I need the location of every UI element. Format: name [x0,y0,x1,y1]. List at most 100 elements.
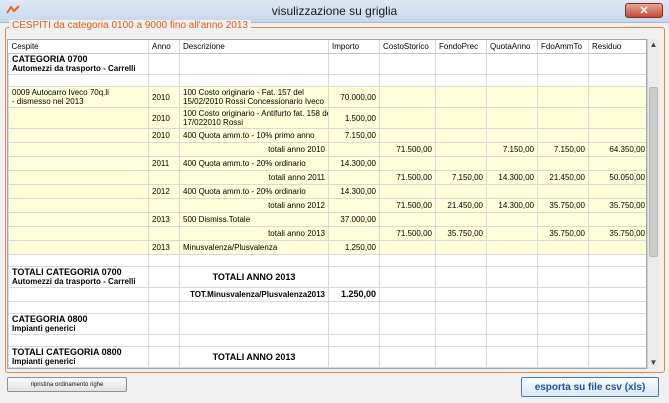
cell-residuo: 35.750,00 [588,226,646,241]
cell-residuo [588,212,646,227]
cell-quota [486,254,538,267]
cell-residuo [588,53,646,75]
cell-descrizione: 500 Dismiss.Totale [179,212,329,227]
cell-anno: 2013 [148,240,180,255]
table-row[interactable]: totali anno 2011 71.500,00 7.150,00 14.300,… [8,170,646,185]
column-header-7[interactable]: FdoAmmTo [537,40,589,54]
cell-fondo [435,346,487,368]
scroll-thumb[interactable] [649,87,658,257]
table-row[interactable]: 2011 400 Quota amm.to - 20% ordinario 14.3… [8,156,646,171]
cell-costo [379,313,436,335]
cell-subtext: 15/02/2010 Rossi Concessionario Iveco [183,97,324,106]
cell-residuo [588,313,646,335]
cell-text: 2010 [152,113,170,123]
cell-text: totali anno 2010 [268,145,325,154]
column-header-6[interactable]: QuotaAnno [486,40,538,54]
cell-fdo: 35.750,00 [537,226,589,241]
cell-quota: 14.300,00 [486,170,538,185]
table-row[interactable]: TOTALI CATEGORIA 0700 Automezzi da traspo… [8,266,646,288]
cell-residuo [588,266,646,288]
data-grid[interactable]: Cespite Anno Descrizione Importo CostoStoric… [7,39,647,369]
cell-fondo [435,53,487,75]
cell-fdo [537,53,589,75]
column-header-0[interactable]: Cespite [8,40,149,54]
cell-importo [328,301,380,314]
cell-descrizione: 400 Quota amm.to - 20% ordinario [179,184,329,199]
table-row[interactable]: TOT.Minusvalenza/Plusvalenza2013 1.250,00 [8,287,646,302]
cell-text: 0009 Autocarro Iveco 70q.li [12,88,109,97]
close-button[interactable]: ✕ [625,3,663,18]
cell-costo [379,346,436,368]
cell-text: 35.750,00 [609,229,645,238]
scroll-down-icon[interactable]: ▼ [648,357,659,369]
cell-quota [486,156,538,171]
cell-text: 71.500,00 [396,173,432,182]
table-row[interactable]: 2010 100 Costo originario - Antifurto fat… [8,107,646,129]
cell-text: 7.150,00 [451,173,483,182]
cell-descrizione: totali anno 2013 [179,226,329,241]
table-row[interactable]: TOTALI CATEGORIA 0800 Impianti generici TO… [8,346,646,368]
table-row[interactable] [8,254,646,267]
scroll-up-icon[interactable]: ▲ [648,39,659,51]
cell-anno [148,266,180,288]
column-header-1[interactable]: Anno [148,40,180,54]
cell-costo [379,184,436,199]
cell-importo: 70.000,00 [328,86,380,108]
table-row[interactable]: 2012 400 Quota amm.to - 20% ordinario 14.3… [8,184,646,199]
cell-descrizione: TOTALI ANNO 2013 [179,346,329,368]
reset-order-button[interactable]: ripristina ordinamento righe [7,377,127,392]
cell-quota [486,301,538,314]
table-row[interactable]: CATEGORIA 0800 Impianti generici [8,313,646,335]
cell-quota: 7.150,00 [486,142,538,157]
cell-descrizione: 400 Quota amm.to - 20% ordinario [179,156,329,171]
cell-residuo [588,74,646,87]
cell-importo [328,53,380,75]
cell-cespite: CATEGORIA 0700 Automezzi da trasporto - C… [8,53,149,75]
vertical-scrollbar[interactable]: ▲ ▼ [647,39,659,369]
cell-cespite [8,240,149,255]
grid-body: CATEGORIA 0700 Automezzi da trasporto - C… [8,53,646,368]
table-row[interactable] [8,301,646,314]
column-header-8[interactable]: Residuo [588,40,646,54]
table-row[interactable]: 2013 Minusvalenza/Plusvalenza 1.250,00 [8,240,646,255]
table-row[interactable]: totali anno 2013 71.500,00 35.750,00 35.750… [8,226,646,241]
cell-quota [486,346,538,368]
cell-costo [379,107,436,129]
cell-quota [486,240,538,255]
cell-descrizione: Minusvalenza/Plusvalenza [179,240,329,255]
cell-text: 14.300,00 [340,187,376,196]
table-row[interactable]: 0009 Autocarro Iveco 70q.li - dismesso ne… [8,86,646,108]
cell-importo: 1.250,00 [328,240,380,255]
table-row[interactable] [8,74,646,87]
cell-fondo [435,240,487,255]
cell-cespite: TOTALI CATEGORIA 0700 Automezzi da traspo… [8,266,149,288]
cell-subtext: 17/022010 Rossi [183,118,244,127]
cell-text: TOTALI ANNO 2013 [212,271,296,282]
table-row[interactable]: totali anno 2010 71.500,00 7.150,00 7.150,0… [8,142,646,157]
cell-costo [379,334,436,347]
cell-text: 64.350,00 [609,145,645,154]
table-row[interactable]: 2010 400 Quota amm.to - 10% primo anno 7.1… [8,128,646,143]
table-row[interactable]: totali anno 2012 71.500,00 21.450,00 14.300… [8,198,646,213]
cell-fondo [435,254,487,267]
cell-costo: 71.500,00 [379,170,436,185]
column-header-5[interactable]: FondoPrec [435,40,487,54]
table-row[interactable]: 2013 500 Dismiss.Totale 37.000,00 [8,212,646,227]
cell-subtext: Impianti generici [12,357,76,366]
cell-fondo [435,74,487,87]
cell-cespite: CATEGORIA 0800 Impianti generici [8,313,149,335]
cell-importo [328,74,380,87]
table-row[interactable]: CATEGORIA 0700 Automezzi da trasporto - C… [8,53,646,75]
cell-importo: 1.500,00 [328,107,380,129]
cell-costo [379,266,436,288]
cell-residuo [588,287,646,302]
table-row[interactable] [8,334,646,347]
column-header-4[interactable]: CostoStorico [379,40,436,54]
column-header-2[interactable]: Descrizione [179,40,329,54]
cell-anno: 2010 [148,107,180,129]
cell-anno [148,313,180,335]
cell-fondo: 35.750,00 [435,226,487,241]
column-header-3[interactable]: Importo [328,40,380,54]
export-csv-button[interactable]: esporta su file csv (xls) [521,377,659,397]
cell-costo: 71.500,00 [379,226,436,241]
